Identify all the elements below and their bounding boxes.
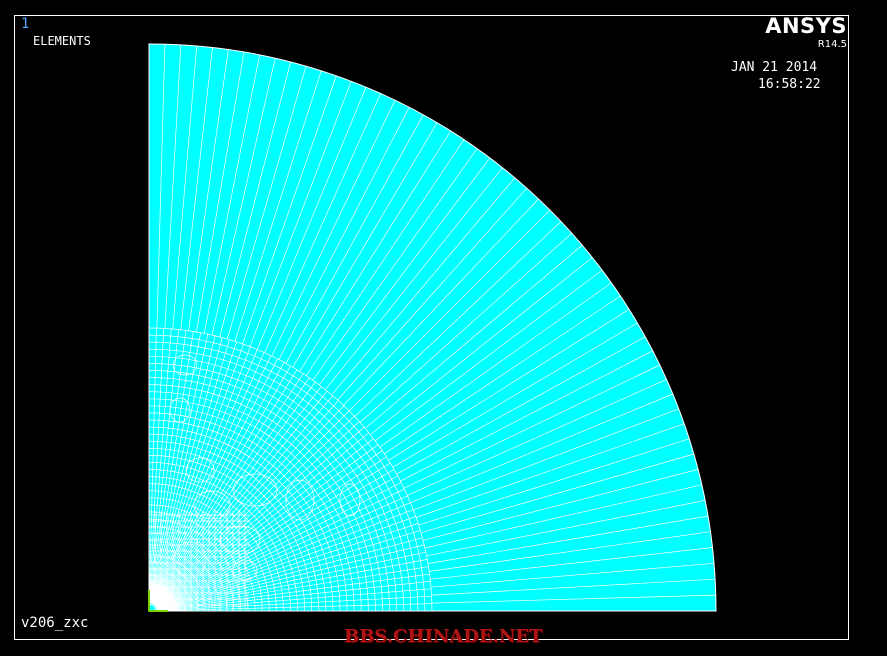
jobname-label: v206_zxc — [21, 615, 89, 631]
window-number: 1 — [21, 16, 30, 32]
plot-type-label: ELEMENTS — [33, 34, 91, 48]
watermark: BBS.CHINADE.NET — [344, 626, 543, 647]
time-label: 16:58:22 — [758, 77, 821, 92]
ansys-logo: ANSYS — [765, 14, 847, 38]
element-mesh-plot[interactable] — [0, 0, 887, 656]
date-label: JAN 21 2014 — [731, 60, 818, 75]
release-label: R14.5 — [817, 39, 847, 50]
